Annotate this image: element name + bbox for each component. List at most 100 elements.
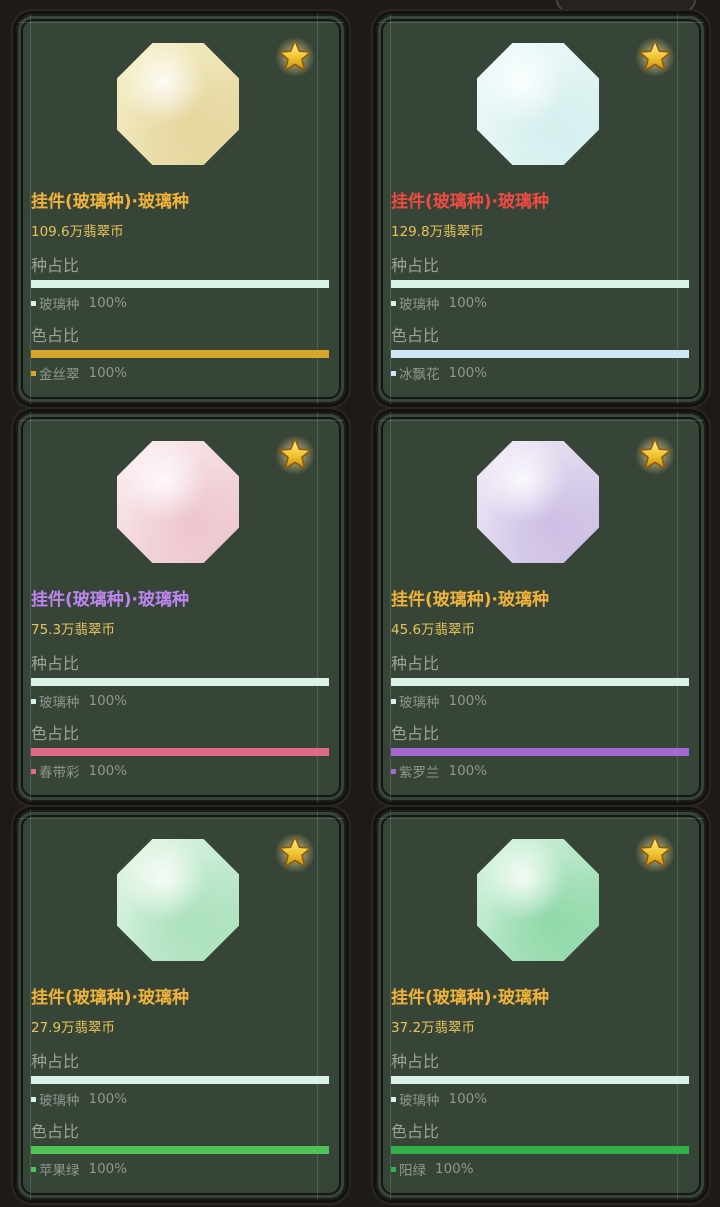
legend-dot — [391, 698, 396, 704]
seed-legend: 玻璃种 100% — [391, 691, 487, 711]
color-name: 紫罗兰 — [399, 765, 440, 781]
legend-dot — [391, 370, 396, 376]
legend-dot — [31, 768, 36, 774]
seed-legend: 玻璃种 100% — [31, 293, 127, 313]
color-legend: 金丝翠 100% — [31, 363, 127, 383]
jade-pendant-image — [117, 839, 239, 961]
jade-pendant-image — [477, 441, 599, 563]
seed-ratio-label: 种占比 — [391, 1052, 440, 1071]
seed-ratio-label: 种占比 — [31, 654, 80, 673]
jade-pendant-image — [477, 839, 599, 961]
color-ratio-label: 色占比 — [391, 326, 440, 345]
seed-legend: 玻璃种 100% — [31, 1089, 127, 1109]
guide-line — [317, 14, 318, 404]
color-legend: 紫罗兰 100% — [391, 761, 487, 781]
color-legend: 春带彩 100% — [31, 761, 127, 781]
seed-legend: 玻璃种 100% — [391, 1089, 487, 1109]
jade-card[interactable]: 挂件(玻璃种)·玻璃种 37.2万翡翠币 种占比 玻璃种 100% 色占比 阳绿… — [376, 810, 706, 1200]
jade-pendant-image — [117, 441, 239, 563]
color-ratio-bar — [31, 1146, 329, 1154]
item-price: 27.9万翡翠币 — [31, 1020, 116, 1036]
item-title: 挂件(玻璃种)·玻璃种 — [31, 988, 189, 1008]
color-percent: 100% — [448, 365, 488, 381]
color-name: 阳绿 — [399, 1163, 426, 1179]
seed-percent: 100% — [448, 693, 488, 709]
item-price: 45.6万翡翠币 — [391, 622, 476, 638]
guide-line — [317, 412, 318, 802]
color-ratio-label: 色占比 — [391, 724, 440, 743]
color-ratio-label: 色占比 — [31, 1122, 80, 1141]
color-ratio-bar — [31, 748, 329, 756]
jade-card[interactable]: 挂件(玻璃种)·玻璃种 75.3万翡翠币 种占比 玻璃种 100% 色占比 春带… — [16, 412, 346, 802]
legend-dot — [31, 1166, 36, 1172]
legend-dot — [391, 1096, 396, 1102]
seed-ratio-label: 种占比 — [31, 1052, 80, 1071]
gold-star-icon[interactable] — [634, 434, 676, 476]
item-price: 75.3万翡翠币 — [31, 622, 116, 638]
jade-card[interactable]: 挂件(玻璃种)·玻璃种 27.9万翡翠币 种占比 玻璃种 100% 色占比 苹果… — [16, 810, 346, 1200]
item-price: 37.2万翡翠币 — [391, 1020, 476, 1036]
color-ratio-label: 色占比 — [31, 326, 80, 345]
color-ratio-label: 色占比 — [31, 724, 80, 743]
color-name: 苹果绿 — [39, 1163, 80, 1179]
color-legend: 苹果绿 100% — [31, 1159, 127, 1179]
guide-line — [16, 22, 346, 23]
seed-ratio-label: 种占比 — [391, 654, 440, 673]
color-ratio-bar — [391, 350, 689, 358]
seed-ratio-label: 种占比 — [31, 256, 80, 275]
seed-ratio-bar — [391, 1076, 689, 1084]
seed-name: 玻璃种 — [399, 1093, 440, 1109]
seed-name: 玻璃种 — [39, 297, 80, 313]
gold-star-icon[interactable] — [274, 832, 316, 874]
color-ratio-bar — [391, 1146, 689, 1154]
guide-line — [376, 818, 706, 819]
gold-star-icon[interactable] — [634, 36, 676, 78]
seed-name: 玻璃种 — [399, 695, 440, 711]
guide-line — [677, 412, 678, 802]
seed-percent: 100% — [448, 1091, 488, 1107]
item-title: 挂件(玻璃种)·玻璃种 — [391, 988, 549, 1008]
item-title: 挂件(玻璃种)·玻璃种 — [31, 192, 189, 212]
jade-pendant-image — [477, 43, 599, 165]
jade-card[interactable]: 挂件(玻璃种)·玻璃种 109.6万翡翠币 种占比 玻璃种 100% 色占比 金… — [16, 14, 346, 404]
guide-line — [317, 810, 318, 1200]
gold-star-icon[interactable] — [274, 36, 316, 78]
color-percent: 100% — [88, 1161, 128, 1177]
seed-name: 玻璃种 — [39, 1093, 80, 1109]
legend-dot — [31, 1096, 36, 1102]
seed-percent: 100% — [88, 295, 128, 311]
jade-pendant-image — [117, 43, 239, 165]
seed-ratio-bar — [391, 678, 689, 686]
guide-line — [16, 818, 346, 819]
item-title: 挂件(玻璃种)·玻璃种 — [391, 590, 549, 610]
jade-card[interactable]: 挂件(玻璃种)·玻璃种 45.6万翡翠币 种占比 玻璃种 100% 色占比 紫罗… — [376, 412, 706, 802]
legend-dot — [31, 698, 36, 704]
color-legend: 冰飘花 100% — [391, 363, 487, 383]
color-percent: 100% — [448, 763, 488, 779]
color-legend: 阳绿 100% — [391, 1159, 474, 1179]
seed-ratio-bar — [31, 678, 329, 686]
seed-ratio-bar — [31, 280, 329, 288]
legend-dot — [391, 1166, 396, 1172]
legend-dot — [31, 370, 36, 376]
guide-line — [677, 14, 678, 404]
jade-card[interactable]: 挂件(玻璃种)·玻璃种 129.8万翡翠币 种占比 玻璃种 100% 色占比 冰… — [376, 14, 706, 404]
seed-name: 玻璃种 — [399, 297, 440, 313]
gold-star-icon[interactable] — [274, 434, 316, 476]
color-ratio-bar — [391, 748, 689, 756]
guide-line — [677, 810, 678, 1200]
seed-ratio-label: 种占比 — [391, 256, 440, 275]
guide-line — [16, 420, 346, 421]
color-percent: 100% — [88, 763, 128, 779]
seed-name: 玻璃种 — [39, 695, 80, 711]
gold-star-icon[interactable] — [634, 832, 676, 874]
jade-card-grid: 挂件(玻璃种)·玻璃种 109.6万翡翠币 种占比 玻璃种 100% 色占比 金… — [0, 0, 720, 1207]
seed-percent: 100% — [88, 1091, 128, 1107]
item-price: 109.6万翡翠币 — [31, 224, 124, 240]
color-name: 冰飘花 — [399, 367, 440, 383]
seed-ratio-bar — [391, 280, 689, 288]
legend-dot — [391, 768, 396, 774]
item-price: 129.8万翡翠币 — [391, 224, 484, 240]
color-name: 金丝翠 — [39, 367, 80, 383]
seed-legend: 玻璃种 100% — [31, 691, 127, 711]
